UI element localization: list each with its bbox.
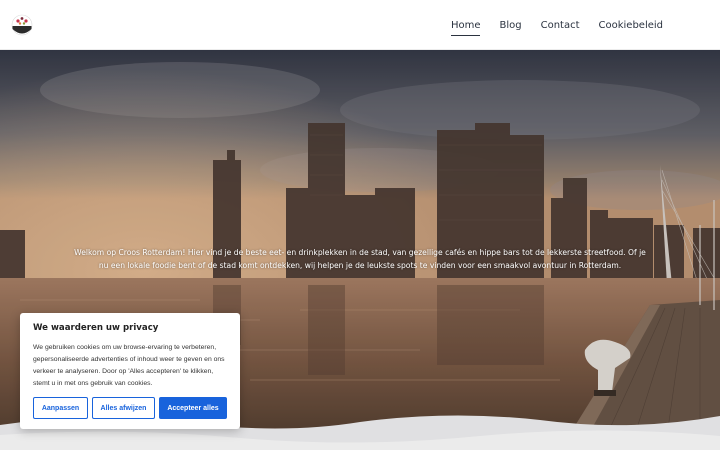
nav-home[interactable]: Home xyxy=(450,17,480,36)
site-header: Home Blog Contact Cookiebeleid xyxy=(0,0,720,50)
cookie-consent-banner: We waarderen uw privacy We gebruiken coo… xyxy=(20,313,240,429)
nav-contact[interactable]: Contact xyxy=(541,17,580,34)
croos-logo-icon[interactable] xyxy=(11,12,33,36)
nav-blog[interactable]: Blog xyxy=(499,17,521,34)
accept-all-button[interactable]: Accepteer alles xyxy=(159,397,227,419)
cookie-title: We waarderen uw privacy xyxy=(33,323,159,333)
cookie-buttons: Aanpassen Alles afwijzen Accepteer alles xyxy=(33,397,227,419)
hero-intro-text: Welkom op Croos Rotterdam! Hier vind je … xyxy=(74,248,646,270)
reject-all-button[interactable]: Alles afwijzen xyxy=(92,397,155,419)
customize-button[interactable]: Aanpassen xyxy=(33,397,88,419)
main-nav: Home Blog Contact Cookiebeleid xyxy=(432,0,663,50)
nav-cookiebeleid[interactable]: Cookiebeleid xyxy=(599,17,664,34)
cookie-body: We gebruiken cookies om uw browse-ervari… xyxy=(33,344,225,387)
